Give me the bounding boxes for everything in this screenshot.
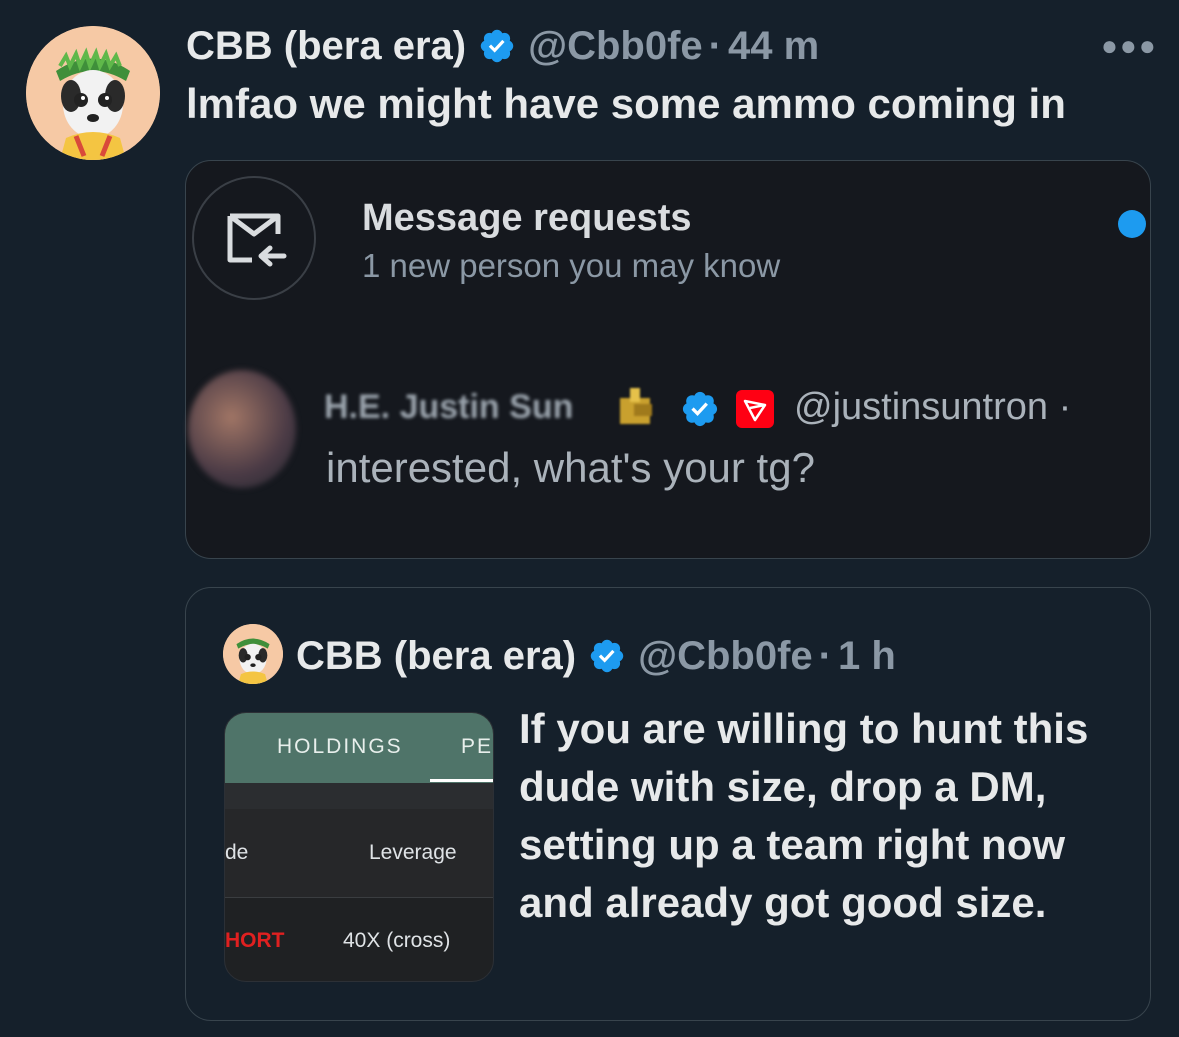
quoted-tweet-time[interactable]: 1 h [838,634,896,679]
active-tab-indicator [430,779,493,782]
quoted-tweet-header: CBB (bera era) @Cbb0fe · 1 h [296,628,896,684]
image-band [225,783,493,809]
leverage-value: 40X (cross) [343,929,451,952]
tweet-time[interactable]: 44 m [728,24,819,69]
quoted-author-handle[interactable]: @Cbb0fe [638,634,813,679]
tron-logo-icon [736,390,774,428]
tab-partial: PE [461,735,494,758]
more-horizontal-icon[interactable]: ●●● [1101,30,1158,62]
side-value: HORT [225,929,285,952]
author-avatar[interactable] [26,26,160,160]
quoted-author-avatar[interactable] [223,624,283,684]
quoted-tweet-text: If you are willing to hunt this dude wit… [519,705,1089,926]
sender-handle: @justinsuntron · [794,386,1072,428]
envelope-arrow-icon [227,213,287,267]
verified-badge-icon [480,29,514,63]
sender-message: interested, what's your tg? [326,444,815,491]
sender-avatar [188,370,296,488]
column-leverage: Leverage [369,841,457,864]
author-name[interactable]: CBB (bera era) [186,24,466,69]
author-handle[interactable]: @Cbb0fe [528,24,703,69]
verified-badge-icon [590,639,624,673]
message-requests-title: Message requests [362,197,692,239]
separator-dot: · [708,23,722,68]
column-side: de [225,841,249,864]
tab-holdings: HOLDINGS [277,735,403,758]
bear-emoji-icon [620,388,652,424]
tweet-header: CBB (bera era) @Cbb0fe · 44 m [186,18,819,74]
quoted-author-name[interactable]: CBB (bera era) [296,634,576,679]
tweet-text: lmfao we might have some ammo coming in [186,80,1066,127]
verified-badge-icon [682,391,718,427]
quoted-tweet-image[interactable]: HOLDINGS PE de Leverage HORT 40X (cross) [224,712,494,982]
message-request-icon-circle [192,176,316,300]
message-requests-subtitle: 1 new person you may know [362,247,781,284]
unread-dot [1118,210,1146,238]
separator-dot: · [818,633,832,678]
sender-name: H.E. Justin Sun [324,388,574,426]
